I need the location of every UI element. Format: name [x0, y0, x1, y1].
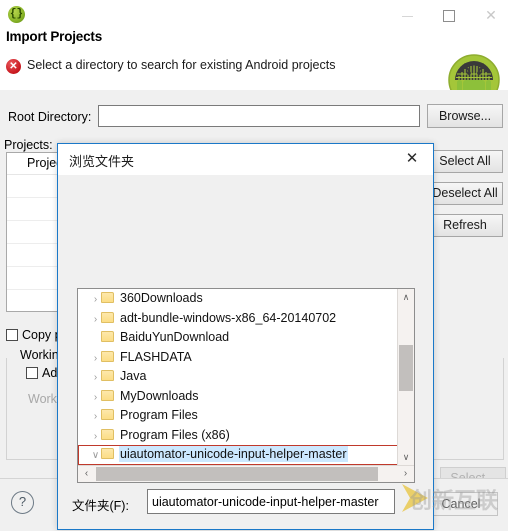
scroll-left-icon[interactable]: ‹ — [78, 466, 95, 482]
tree-item-label: BaiduYunDownload — [120, 330, 230, 344]
tree-item-label: adt-bundle-windows-x86_64-20140702 — [120, 310, 337, 325]
browse-folder-dialog: 浏览文件夹 ✕ › 360Downloads › adt-bundle-windows… — [57, 143, 434, 530]
folder-icon — [101, 331, 114, 342]
tree-item-label: 360Downloads — [120, 291, 203, 305]
checkbox-icon — [6, 329, 18, 341]
cancel-button[interactable]: Cancel — [424, 492, 498, 516]
error-icon: ✕ — [6, 59, 21, 74]
chevron-right-icon[interactable]: › — [90, 290, 101, 310]
tree-item-label: Program Files — [120, 408, 198, 422]
tree-item[interactable]: › 360Downloads — [78, 289, 398, 309]
browse-button[interactable]: Browse... — [427, 104, 503, 128]
root-directory-label: Root Directory: — [8, 110, 92, 124]
page-title: Import Projects — [6, 29, 103, 44]
tree-item[interactable]: › FLASHDATA — [78, 348, 398, 368]
tree-item[interactable]: › Program Files (x86) — [78, 426, 398, 446]
select-all-button[interactable]: Select All — [427, 150, 503, 173]
scroll-right-icon[interactable]: › — [397, 466, 414, 482]
chevron-down-icon[interactable]: ∨ — [90, 446, 101, 466]
folder-icon — [101, 350, 114, 362]
folder-icon — [101, 292, 114, 303]
horizontal-scrollbar-thumb[interactable] — [96, 467, 378, 481]
eclipse-app-icon: {} — [8, 6, 25, 23]
folder-name-label: 文件夹(F): — [72, 499, 129, 513]
folder-tree-rows: › 360Downloads › adt-bundle-windows-x86_64-… — [78, 289, 398, 466]
projects-label: Projects: — [4, 138, 53, 152]
folder-tree-panel[interactable]: › 360Downloads › adt-bundle-windows-x86_64-… — [77, 288, 415, 483]
folder-icon — [101, 389, 114, 401]
chevron-right-icon[interactable]: › — [90, 368, 101, 388]
scroll-down-icon[interactable]: ∨ — [398, 449, 414, 466]
browse-dialog-content: › 360Downloads › adt-bundle-windows-x86_64-… — [58, 175, 433, 529]
tree-item-label: Program Files (x86) — [120, 427, 230, 442]
maximize-icon — [443, 10, 455, 23]
minimize-icon — [401, 15, 413, 17]
tree-item[interactable]: › MyDownloads — [78, 387, 398, 407]
wizard-header: Import Projects ✕ Select a directory to … — [0, 24, 508, 106]
refresh-button[interactable]: Refresh — [427, 214, 503, 237]
folder-name-input[interactable] — [147, 489, 395, 514]
tree-item-label: MyDownloads — [120, 388, 199, 403]
folder-icon — [101, 448, 114, 459]
browse-dialog-title-bar: 浏览文件夹 ✕ — [58, 144, 433, 175]
tree-vertical-scrollbar[interactable]: ∧ ∨ — [397, 289, 414, 466]
folder-icon — [101, 370, 114, 381]
page-subtitle: Select a directory to search for existin… — [27, 58, 336, 72]
scroll-up-icon[interactable]: ∧ — [398, 289, 414, 306]
tree-item[interactable]: › adt-bundle-windows-x86_64-20140702 — [78, 309, 398, 329]
chevron-right-icon[interactable]: › — [90, 310, 101, 330]
chevron-right-icon[interactable]: › — [90, 407, 101, 427]
tree-item[interactable]: ∨ uiautomator-unicode-input-helper-master — [78, 445, 398, 465]
browse-dialog-title: 浏览文件夹 — [69, 154, 135, 169]
vertical-scrollbar-thumb[interactable] — [399, 345, 413, 391]
checkbox-icon — [26, 367, 38, 379]
tree-item[interactable]: BaiduYunDownload — [78, 328, 398, 348]
tree-item-label: uiautomator-unicode-input-helper-master — [119, 446, 348, 462]
folder-icon — [101, 428, 114, 440]
browse-dialog-close-button[interactable]: ✕ — [395, 146, 429, 172]
tree-item[interactable]: › Java — [78, 367, 398, 387]
tree-item[interactable]: › Program Files — [78, 406, 398, 426]
tree-item-label: FLASHDATA — [120, 349, 192, 364]
folder-icon — [101, 311, 114, 323]
chevron-right-icon[interactable]: › — [90, 349, 101, 369]
chevron-right-icon[interactable]: › — [90, 388, 101, 408]
tree-horizontal-scrollbar[interactable]: ‹ › — [78, 465, 414, 482]
tree-item-label: Java — [120, 369, 147, 383]
chevron-right-icon[interactable]: › — [90, 427, 101, 447]
root-directory-input[interactable] — [98, 105, 420, 127]
deselect-all-button[interactable]: Deselect All — [427, 182, 503, 205]
folder-icon — [101, 409, 114, 420]
help-icon[interactable]: ? — [11, 491, 34, 514]
